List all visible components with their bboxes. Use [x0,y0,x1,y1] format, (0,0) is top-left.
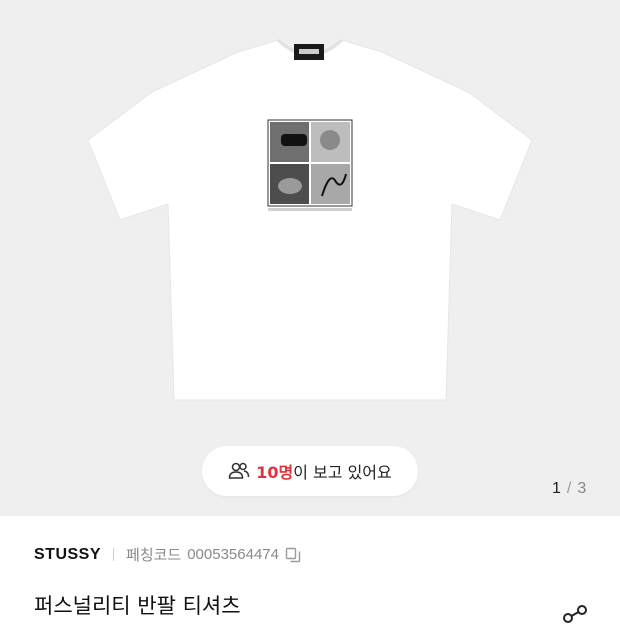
brand-name[interactable]: STUSSY [34,546,101,564]
divider [113,548,115,561]
share-icon[interactable] [560,600,590,630]
viewers-badge: 10명 이 보고 있어요 [202,446,418,496]
product-code-value: 00053564474 [187,546,279,563]
tshirt-print [267,119,353,211]
product-image-gallery[interactable]: 10명 이 보고 있어요 1 / 3 [0,0,620,516]
pager-separator: / [566,480,572,497]
pager-current: 1 [552,480,561,497]
tshirt-shape [87,39,533,401]
brand-row: STUSSY 페칭코드 00053564474 [34,544,301,565]
pager-total: 3 [577,480,587,497]
product-image[interactable] [0,0,620,516]
copy-icon[interactable] [285,547,301,563]
viewers-text: 이 보고 있어요 [293,463,392,482]
product-title: 퍼스널리티 반팔 티셔츠 [34,594,241,618]
product-code-label: 페칭코드 [126,547,182,564]
image-pager: 1 / 3 [552,480,586,498]
people-icon [228,461,250,481]
viewers-count: 10명 [256,463,294,482]
